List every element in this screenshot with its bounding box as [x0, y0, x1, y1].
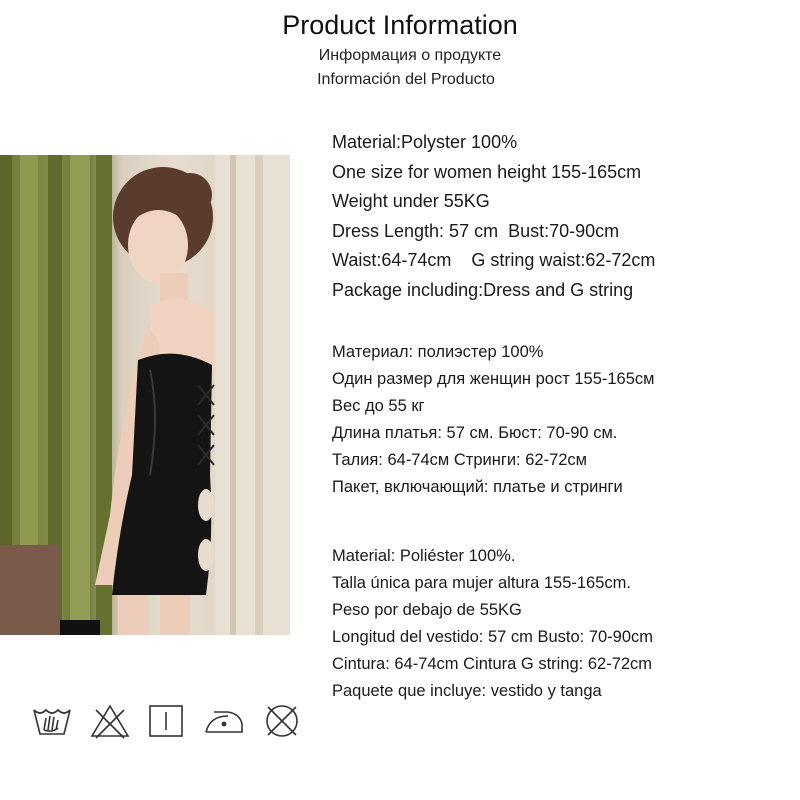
do-not-bleach-icon	[88, 700, 132, 742]
spec-line: Вес до 55 кг	[332, 397, 425, 415]
spec-line: Cintura: 64-74cm Cintura G string: 62-72…	[332, 655, 653, 673]
spec-line: Material: Poliéster 100%.	[332, 547, 516, 565]
spec-line: Paquete que incluye: vestido y tanga	[332, 682, 602, 700]
russian-specs: Материал: полиэстер 100% Один размер для…	[332, 339, 655, 501]
spec-line: Longitud del vestido: 57 cm Busto: 70-90…	[332, 628, 654, 646]
spec-line: Длина платья: 57 см. Бюст: 70-90 см.	[332, 424, 618, 442]
english-specs: Material:Polyster 100% One size for wome…	[332, 128, 655, 305]
spec-line: Waist:64-74cm G string waist:62-72cm	[332, 250, 656, 270]
subtitle-russian: Информация о продукте	[318, 47, 502, 64]
spec-line: Один размер для женщин рост 155-165см	[332, 370, 655, 388]
spec-line: One size for women height 155-165cm	[332, 161, 642, 182]
spec-line: Талия: 64-74см Стринги: 62-72см	[332, 451, 588, 469]
iron-low-icon	[202, 700, 246, 742]
product-photo	[0, 155, 290, 635]
do-not-dry-clean-icon	[260, 700, 304, 742]
hand-wash-icon	[30, 700, 74, 742]
spanish-specs: Material: Poliéster 100%. Talla única pa…	[332, 543, 653, 705]
spec-line: Пакет, включающий: платье и стринги	[332, 478, 623, 496]
spec-line: Dress Length: 57 cm Bust:70-90cm	[332, 220, 620, 241]
spec-line: Talla única para mujer altura 155-165cm.	[332, 574, 631, 592]
spec-line: Материал: полиэстер 100%	[332, 343, 544, 361]
product-info-page: Product Information Информация о продукт…	[0, 0, 800, 800]
spec-line: Peso por debajo de 55KG	[332, 601, 522, 619]
tumble-dry-icon	[144, 700, 188, 742]
header: Product Information Информация о продукт…	[0, 6, 800, 92]
page-title: Product Information	[282, 10, 518, 40]
spec-line: Weight under 55KG	[332, 191, 490, 211]
spec-line: Material:Polyster 100%	[332, 132, 518, 152]
spec-line: Package including:Dress and G string	[332, 279, 634, 300]
subtitle-spanish: Información del Producto	[317, 71, 495, 88]
